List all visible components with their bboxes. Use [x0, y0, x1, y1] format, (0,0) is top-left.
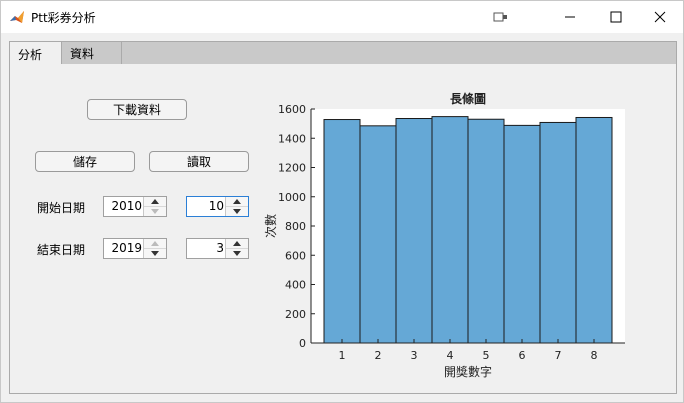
start-date-label: 開始日期	[37, 201, 86, 215]
end-date-label: 結束日期	[37, 243, 86, 257]
bar-3	[395, 118, 433, 344]
y-tick-label: 600	[285, 249, 306, 262]
x-tick-label: 4	[447, 349, 454, 362]
chart-title: 長條圖	[450, 91, 486, 106]
download-button[interactable]: 下載資料	[87, 99, 187, 120]
app-panel-icon[interactable]	[489, 1, 513, 33]
save-button[interactable]: 儲存	[35, 151, 135, 172]
end-year-spinner[interactable]: 2019	[103, 238, 167, 259]
bar-4	[431, 116, 469, 344]
minimize-icon[interactable]	[547, 1, 593, 33]
bar-2	[359, 125, 397, 344]
tab-analysis[interactable]: 分析	[10, 42, 62, 66]
bar-6	[503, 124, 541, 344]
histogram-chart: 長條圖 0 200 400 600 800 1000 1200 1400 1600 1 2 3 4 5 6…	[259, 89, 639, 389]
bar-7	[539, 121, 577, 344]
start-year-up-icon[interactable]	[144, 197, 166, 207]
tab-strip: 分析 資料	[9, 41, 677, 66]
end-year-spin-buttons	[143, 239, 166, 258]
y-tick-label: 1600	[278, 103, 306, 116]
y-tick-label: 1400	[278, 132, 306, 145]
start-month-spinner[interactable]: 10	[186, 196, 249, 217]
start-year-spin-buttons	[143, 197, 166, 216]
start-year-value: 2010	[111, 199, 142, 213]
start-year-down-icon[interactable]	[144, 207, 166, 216]
maximize-icon[interactable]	[593, 1, 639, 33]
x-tick-label: 8	[591, 349, 598, 362]
y-tick-label: 800	[285, 220, 306, 233]
matlab-logo-icon	[9, 9, 25, 25]
x-tick-label: 5	[483, 349, 490, 362]
window-title: Ptt彩券分析	[31, 11, 96, 25]
start-month-up-icon[interactable]	[226, 197, 248, 207]
tab-data-label: 資料	[70, 47, 95, 61]
end-month-up-icon[interactable]	[226, 239, 248, 249]
x-tick-label: 2	[375, 349, 382, 362]
close-icon[interactable]	[637, 1, 683, 33]
chart-svg: 長條圖 0 200 400 600 800 1000 1200 1400 1600 1 2 3 4 5 6…	[264, 91, 625, 379]
end-month-spinner[interactable]: 3	[186, 238, 249, 259]
x-axis-label: 開獎數字	[444, 364, 492, 379]
start-month-down-icon[interactable]	[226, 207, 248, 216]
start-month-value: 10	[208, 199, 224, 213]
y-tick-label: 400	[285, 279, 306, 292]
x-tick-label: 7	[555, 349, 562, 362]
end-month-value: 3	[216, 241, 224, 255]
end-month-spin-buttons	[225, 239, 248, 258]
x-tick-label: 1	[339, 349, 346, 362]
start-year-spinner[interactable]: 2010	[103, 196, 167, 217]
start-month-spin-buttons	[225, 197, 248, 216]
bar-8	[575, 116, 613, 344]
y-tick-label: 0	[299, 337, 306, 350]
end-year-up-icon[interactable]	[144, 239, 166, 249]
tab-data[interactable]: 資料	[62, 42, 122, 65]
x-tick-label: 3	[411, 349, 418, 362]
tab-analysis-label: 分析	[18, 47, 43, 62]
title-bar: Ptt彩券分析	[1, 1, 683, 33]
x-tick-label: 6	[519, 349, 526, 362]
end-year-value: 2019	[111, 241, 142, 255]
bar-1	[323, 119, 361, 344]
load-button[interactable]: 讀取	[149, 151, 249, 172]
bar-5	[467, 118, 505, 344]
y-tick-label: 200	[285, 308, 306, 321]
app-window: Ptt彩券分析 分析 資料 下載資料 儲存 讀取 開始日期 2010 10 結束…	[0, 0, 684, 403]
y-axis-label: 次數	[264, 214, 278, 238]
y-tick-label: 1000	[278, 191, 306, 204]
end-month-down-icon[interactable]	[226, 249, 248, 258]
y-tick-label: 1200	[278, 162, 306, 175]
end-year-down-icon[interactable]	[144, 249, 166, 258]
